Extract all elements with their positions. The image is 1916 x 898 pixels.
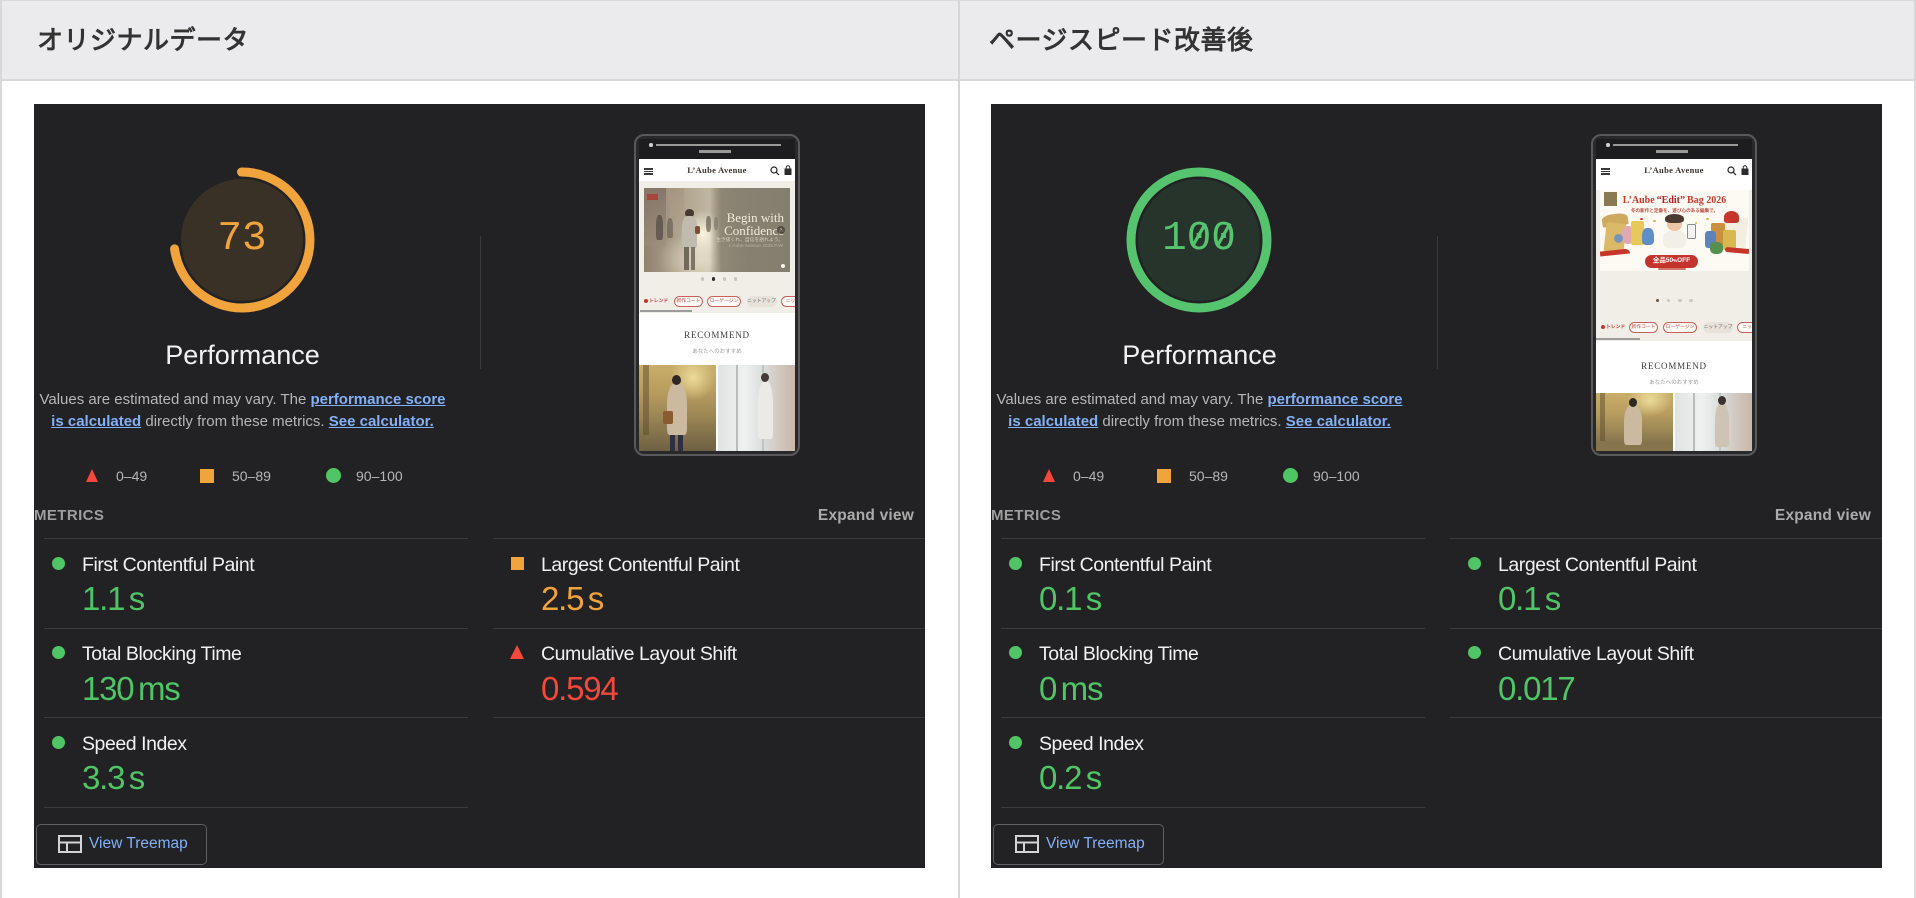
- svg-text:100: 100: [1162, 216, 1236, 262]
- svg-text:73: 73: [217, 216, 266, 262]
